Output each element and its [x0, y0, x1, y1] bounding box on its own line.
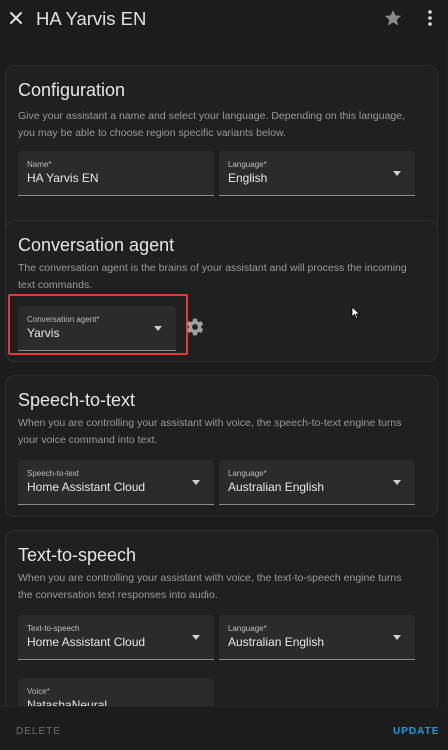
- speech-to-text-description: When you are controlling your assistant …: [18, 417, 402, 446]
- agent-settings-button[interactable]: [185, 317, 205, 337]
- delete-button[interactable]: DELETE: [16, 726, 61, 737]
- conversation-agent-description: The conversation agent is the brains of …: [18, 262, 407, 291]
- text-to-speech-language-label: Language*: [228, 624, 267, 633]
- close-icon: [10, 12, 22, 24]
- more-vertical-icon: [428, 10, 432, 26]
- text-to-speech-title: Text-to-speech: [18, 545, 137, 565]
- close-button[interactable]: [6, 8, 28, 30]
- chevron-down-icon: [192, 480, 200, 485]
- configuration-description: Give your assistant a name and select yo…: [18, 110, 406, 139]
- chevron-down-icon: [393, 635, 401, 640]
- speech-to-text-title: Speech-to-text: [18, 390, 136, 410]
- speech-to-text-engine-select[interactable]: Speech-to-text Home Assistant Cloud: [18, 460, 214, 505]
- conversation-agent-title: Conversation agent: [18, 235, 175, 255]
- more-menu-button[interactable]: [420, 8, 440, 28]
- star-icon: [384, 10, 402, 26]
- voice-select-label: Voice*: [27, 687, 50, 696]
- conversation-agent-card: Conversation agent The conversation agen…: [5, 220, 438, 362]
- name-field-value: HA Yarvis EN: [27, 171, 99, 185]
- speech-to-text-language-label: Language*: [228, 469, 267, 478]
- speech-to-text-language-select[interactable]: Language* Australian English: [219, 460, 415, 505]
- chevron-down-icon: [393, 480, 401, 485]
- text-to-speech-engine-select[interactable]: Text-to-speech Home Assistant Cloud: [18, 615, 214, 660]
- text-to-speech-engine-value: Home Assistant Cloud: [27, 635, 146, 649]
- dialog-header: HA Yarvis EN: [0, 0, 448, 38]
- voice-select[interactable]: Voice* NatashaNeural: [18, 678, 214, 706]
- speech-to-text-language-value: Australian English: [228, 480, 325, 494]
- favorite-button[interactable]: [383, 8, 403, 28]
- text-to-speech-language-value: Australian English: [228, 635, 325, 649]
- language-select[interactable]: Language* English: [219, 151, 415, 196]
- chevron-down-icon: [192, 635, 200, 640]
- text-to-speech-card: Text-to-speech When you are controlling …: [5, 530, 438, 706]
- speech-to-text-card: Speech-to-text When you are controlling …: [5, 375, 438, 517]
- text-to-speech-description: When you are controlling your assistant …: [18, 572, 402, 601]
- speech-to-text-engine-label: Speech-to-text: [27, 469, 80, 478]
- name-field[interactable]: Name* HA Yarvis EN: [18, 151, 214, 196]
- name-field-label: Name*: [27, 160, 52, 169]
- text-to-speech-engine-label: Text-to-speech: [27, 624, 80, 633]
- speech-to-text-engine-value: Home Assistant Cloud: [27, 480, 146, 494]
- chevron-down-icon: [393, 171, 401, 176]
- update-button[interactable]: UPDATE: [393, 726, 439, 737]
- dialog-footer: DELETE UPDATE: [0, 706, 448, 750]
- configuration-title: Configuration: [18, 80, 126, 100]
- mouse-cursor-icon: [351, 306, 361, 320]
- language-select-label: Language*: [228, 160, 267, 169]
- voice-select-value: NatashaNeural: [27, 698, 108, 706]
- configuration-card: Configuration Give your assistant a name…: [5, 65, 438, 242]
- gear-icon: [186, 318, 204, 336]
- language-select-value: English: [228, 171, 268, 185]
- text-to-speech-language-select[interactable]: Language* Australian English: [219, 615, 415, 660]
- annotation-highlight-box: [8, 294, 188, 355]
- dialog-content[interactable]: Configuration Give your assistant a name…: [0, 38, 448, 706]
- dialog-title: HA Yarvis EN: [36, 8, 147, 29]
